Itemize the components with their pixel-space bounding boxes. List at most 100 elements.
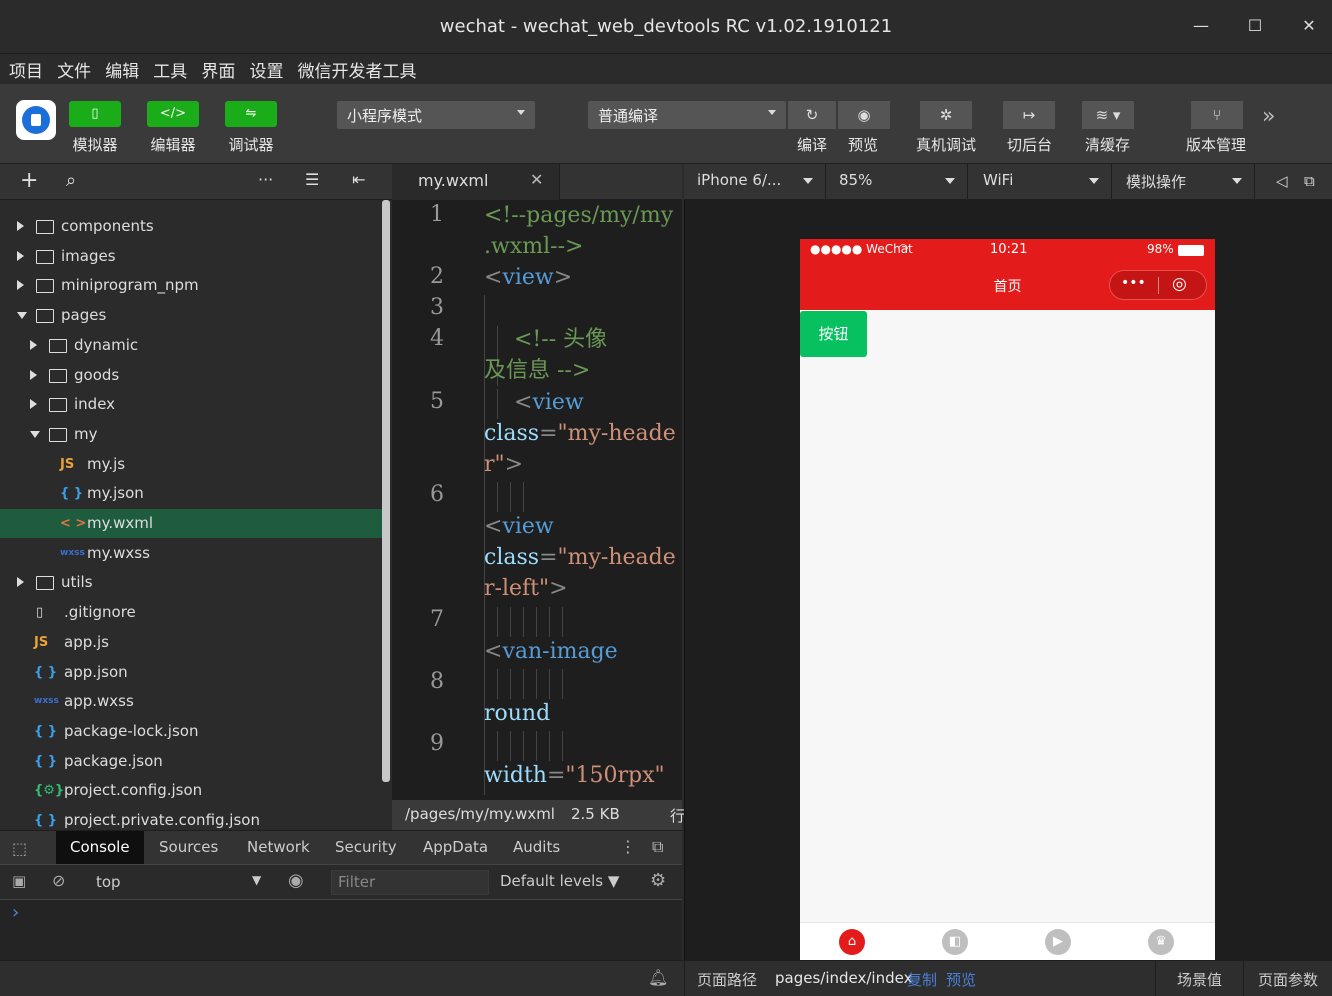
menu-view[interactable]: 界面 [192,54,235,82]
page-params-button[interactable]: 页面参数 [1258,969,1318,990]
tree-file[interactable]: { } my.json [0,479,382,508]
tree-folder[interactable]: pages [0,301,382,330]
chevron-right-icon[interactable] [30,369,37,380]
gear-icon[interactable]: ⚙ [650,870,666,891]
more-icon[interactable]: » [1262,104,1275,129]
inspect-icon[interactable]: ⬚ [12,839,27,858]
tree-file[interactable]: wxss my.wxss [0,539,382,568]
filter-input[interactable]: Filter [331,870,489,895]
menu-devtools[interactable]: 微信开发者工具 [289,54,417,82]
zoom-select[interactable]: 85% [826,164,968,200]
sidebar-toggle-icon[interactable]: ⇤ [352,170,365,189]
tree-folder[interactable]: dynamic [0,331,382,360]
chevron-right-icon[interactable] [17,221,24,231]
avatar[interactable] [16,100,56,140]
maximize-button[interactable]: ☐ [1240,14,1270,38]
tree-file[interactable]: < > my.wxml [0,509,382,538]
tab-audits[interactable]: Audits [499,831,574,865]
crown-icon[interactable]: ♛ [1148,929,1174,955]
tree-file[interactable]: JS my.js [0,450,382,479]
bag-icon[interactable]: ◧ [942,929,968,955]
mute-icon[interactable]: ◁ [1276,172,1288,190]
close-icon[interactable]: ✕ [530,170,543,189]
tree-folder[interactable]: utils [0,568,382,597]
console-output[interactable]: › [0,900,682,960]
close-mini-program-icon[interactable]: ◎ [1172,274,1187,294]
tree-file[interactable]: wxss app.wxss [0,687,382,716]
tab-appdata[interactable]: AppData [409,831,502,865]
demo-button[interactable]: 按钮 [800,311,867,357]
chevron-down-icon[interactable] [17,312,27,320]
chevron-right-icon[interactable] [30,339,37,350]
tree-file[interactable]: {⚙} project.config.json [0,776,382,805]
undock-icon[interactable]: ⧉ [652,837,663,857]
more-icon[interactable]: ··· [258,170,273,189]
kebab-icon[interactable]: ⋮ [620,837,636,856]
compile-mode-select[interactable]: 普通编译 [588,101,786,129]
code-editor[interactable]: 1 2 3 4 5 6 7 8 9 <!--pages/my/my .wxml-… [392,200,682,800]
chevron-right-icon[interactable] [30,399,37,410]
tab-security[interactable]: Security [321,831,411,865]
menu-tools[interactable]: 工具 [144,54,187,82]
network-select[interactable]: WiFi [970,164,1112,200]
log-levels-select[interactable]: Default levels ▼ [500,872,619,890]
debugger-toggle-button[interactable]: ⇋ [225,101,277,127]
scene-button[interactable]: 场景值 [1177,969,1222,990]
tab-console[interactable]: Console [56,831,144,865]
copy-link[interactable]: 复制 [907,969,937,990]
tab-my-wxml[interactable]: my.wxml ✕ [392,164,560,200]
video-icon[interactable]: ▶ [1045,929,1071,955]
clear-icon[interactable]: ⊘ [52,871,65,890]
minimize-button[interactable]: — [1186,14,1216,38]
tab-network[interactable]: Network [233,831,324,865]
menu-settings[interactable]: 设置 [240,54,283,82]
home-icon[interactable]: ⌂ [839,929,865,955]
background-button[interactable]: ↦ [1003,101,1055,129]
chevron-down-icon[interactable] [30,430,40,438]
operation-select[interactable]: 模拟操作 [1113,164,1255,200]
tree-file[interactable]: { } package-lock.json [0,717,382,746]
indent-guide [562,607,563,637]
file-tree-scrollbar[interactable] [382,200,390,782]
collapse-all-icon[interactable]: ☰ [305,170,319,189]
eye-icon[interactable]: ◉ [288,870,304,891]
mode-select[interactable]: 小程序模式 [337,101,535,129]
menu-project[interactable]: 项目 [0,54,43,82]
tree-folder[interactable]: components [0,212,382,241]
preview-button[interactable]: ◉ [838,101,890,129]
tab-sources[interactable]: Sources [145,831,232,865]
more-icon[interactable]: ••• [1121,275,1146,291]
chevron-right-icon[interactable] [17,280,24,291]
preview-link[interactable]: 预览 [946,969,976,990]
tree-folder[interactable]: miniprogram_npm [0,271,382,300]
tree-folder[interactable]: goods [0,361,382,390]
tree-file[interactable]: { } app.json [0,658,382,687]
editor-toggle-button[interactable]: </> [147,101,199,127]
tree-file[interactable]: { } project.private.config.json [0,806,382,830]
tree-folder[interactable]: index [0,390,382,419]
tree-file[interactable]: ▯ .gitignore [0,598,382,627]
chevron-right-icon[interactable] [17,577,24,588]
popout-icon[interactable]: ⧉ [1304,172,1315,190]
search-icon[interactable]: ⌕ [66,170,76,191]
add-icon[interactable]: + [20,168,38,193]
simulator-toggle-button[interactable]: ▯ [69,101,121,127]
clear-cache-button[interactable]: ≋ ▾ [1082,101,1134,129]
tree-file[interactable]: JS app.js [0,628,382,657]
version-button[interactable]: ⑂ [1191,101,1243,129]
bell-icon[interactable]: 🔔︎ [648,968,668,987]
chevron-right-icon[interactable] [17,250,24,261]
remote-debug-button[interactable]: ✲ [920,101,972,129]
close-button[interactable]: ✕ [1294,14,1324,38]
tree-folder[interactable]: my [0,420,382,449]
code-line: class="my-heade [484,545,676,570]
sidebar-icon[interactable]: ▣ [12,872,26,890]
compile-button[interactable]: ↻ [788,101,836,129]
device-select[interactable]: iPhone 6/... [684,164,826,200]
tree-file[interactable]: { } package.json [0,747,382,776]
tree-item-label: my.js [87,454,126,473]
tree-folder[interactable]: images [0,242,382,271]
menu-file[interactable]: 文件 [48,54,91,82]
menu-edit[interactable]: 编辑 [96,54,139,82]
context-select[interactable]: top ▼ [88,865,268,899]
